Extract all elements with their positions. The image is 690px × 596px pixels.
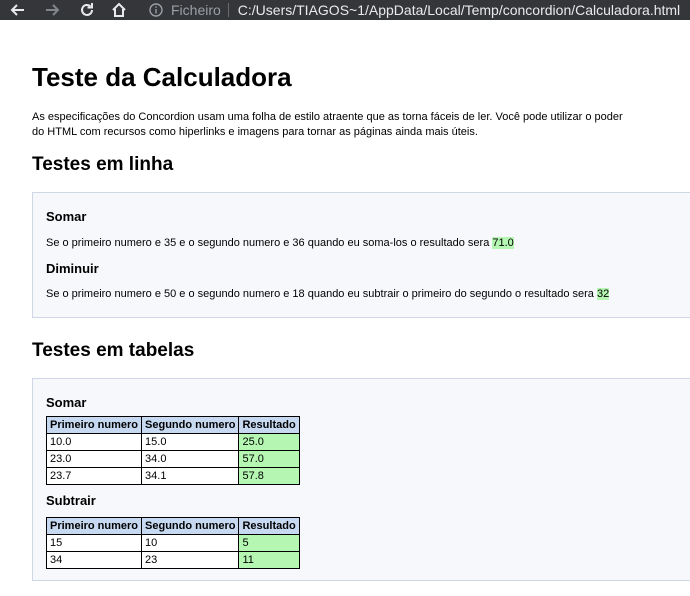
table-row: 10.0 15.0 25.0 — [45, 433, 300, 451]
inline-tests-panel: Somar Se o primeiro numero e 35 e o segu… — [32, 192, 690, 318]
table-somar-heading: Somar — [46, 395, 87, 410]
address-bar[interactable]: Ficheiro C:/Users/TIAGOS~1/AppData/Local… — [140, 0, 690, 20]
column-header: Resultado — [238, 416, 300, 434]
table-cell: 34 — [45, 551, 143, 569]
result-cell: 57.0 — [238, 450, 300, 468]
table-row: 23.7 34.1 57.8 — [45, 467, 300, 485]
table-header-row: Primeiro numero Segundo numero Resultado — [45, 517, 300, 535]
address-separator — [227, 3, 229, 17]
back-button[interactable] — [2, 0, 32, 20]
inline-tests-heading: Testes em linha — [32, 154, 174, 175]
subtrair-table: Primeiro numero Segundo numero Resultado… — [45, 517, 300, 569]
reload-icon — [81, 3, 93, 16]
table-cell: 34.1 — [141, 467, 240, 485]
result-cell: 5 — [238, 534, 300, 552]
table-row: 34 23 11 — [45, 551, 300, 569]
column-header: Primeiro numero — [45, 517, 143, 535]
table-cell: 15 — [45, 534, 143, 552]
table-cell: 23 — [141, 551, 240, 569]
home-icon — [112, 2, 126, 17]
table-cell: 10 — [141, 534, 240, 552]
home-button[interactable] — [104, 0, 134, 20]
result-cell: 25.0 — [238, 433, 300, 451]
scheme-label: Ficheiro — [171, 2, 221, 18]
table-cell: 10.0 — [45, 433, 143, 451]
table-subtrair-heading: Subtrair — [46, 493, 96, 508]
table-tests-heading: Testes em tabelas — [32, 340, 195, 361]
reload-button[interactable] — [72, 0, 102, 20]
table-header-row: Primeiro numero Segundo numero Resultado — [45, 416, 300, 434]
column-header: Segundo numero — [141, 416, 240, 434]
somar-table: Primeiro numero Segundo numero Resultado… — [45, 416, 300, 485]
inline-somar-result: 71.0 — [492, 237, 514, 249]
inline-diminuir-heading: Diminuir — [46, 261, 99, 276]
arrow-right-icon — [46, 4, 60, 16]
column-header: Resultado — [238, 517, 300, 535]
column-header: Primeiro numero — [45, 416, 143, 434]
table-cell: 34.0 — [141, 450, 240, 468]
page-title: Teste da Calculadora — [32, 62, 292, 92]
arrow-left-icon — [10, 4, 24, 16]
intro-paragraph: As especificações do Concordion usam uma… — [32, 111, 623, 138]
inline-somar-text: Se o primeiro numero e 35 e o segundo nu… — [46, 237, 514, 249]
browser-toolbar: Ficheiro C:/Users/TIAGOS~1/AppData/Local… — [0, 0, 690, 20]
table-tests-panel: Somar Primeiro numero Segundo numero Res… — [32, 378, 690, 581]
forward-button[interactable] — [38, 0, 68, 20]
inline-diminuir-result: 32 — [596, 288, 610, 300]
table-cell: 23.0 — [45, 450, 143, 468]
table-row: 23.0 34.0 57.0 — [45, 450, 300, 468]
table-cell: 15.0 — [141, 433, 240, 451]
table-cell: 23.7 — [45, 467, 143, 485]
inline-somar-sentence: Se o primeiro numero e 35 e o segundo nu… — [46, 237, 493, 249]
column-header: Segundo numero — [141, 517, 240, 535]
inline-diminuir-sentence: Se o primeiro numero e 50 e o segundo nu… — [46, 288, 597, 300]
table-row: 15 10 5 — [45, 534, 300, 552]
url-text[interactable]: C:/Users/TIAGOS~1/AppData/Local/Temp/con… — [238, 2, 680, 18]
result-cell: 11 — [238, 551, 300, 569]
inline-somar-heading: Somar — [46, 209, 87, 224]
inline-diminuir-text: Se o primeiro numero e 50 e o segundo nu… — [46, 288, 610, 300]
info-icon[interactable] — [149, 3, 163, 17]
result-cell: 57.8 — [238, 467, 300, 485]
